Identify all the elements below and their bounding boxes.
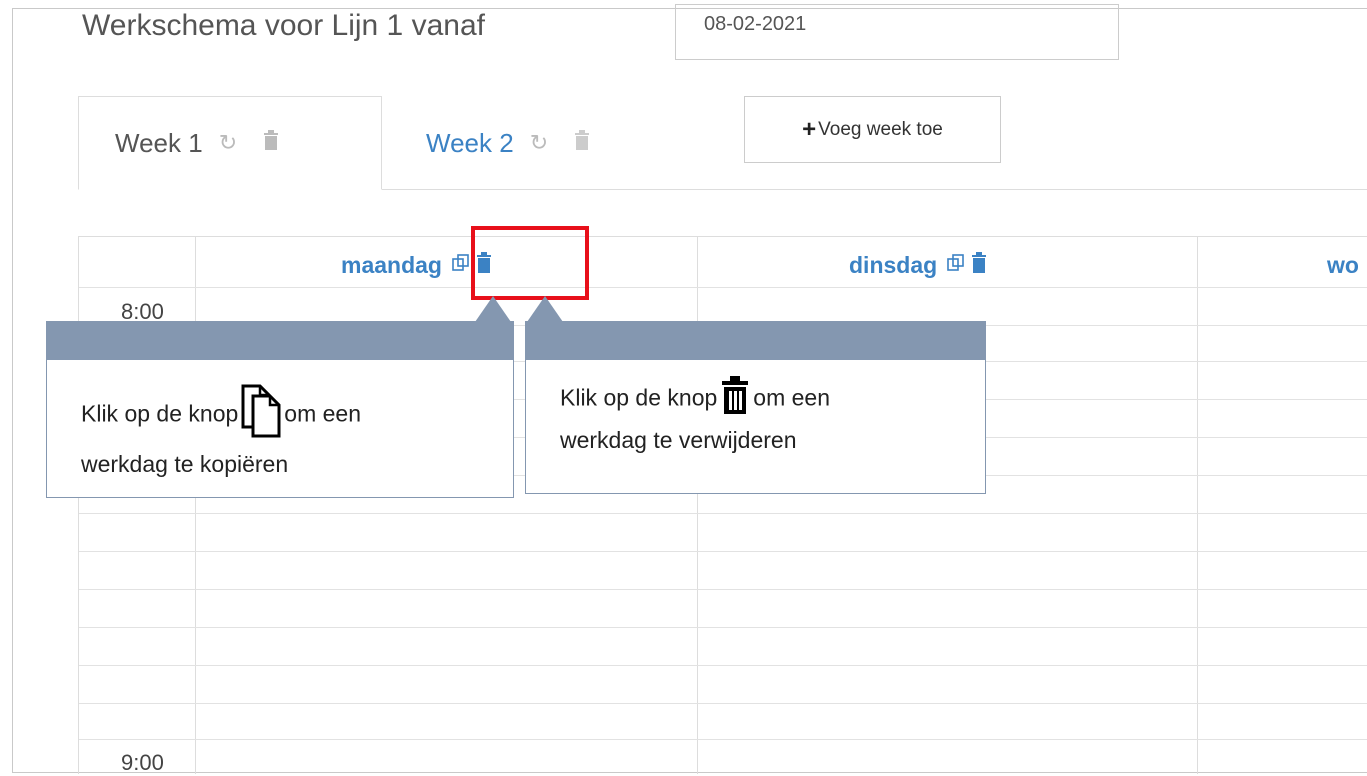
copy-icon[interactable]	[452, 253, 470, 277]
callout-delete: Klik op de knop om een werkdag te verwijd…	[525, 321, 986, 494]
day-label: dinsdag	[849, 251, 938, 278]
callout-copy-text: Klik op de knop om een werkdag te kopiëre…	[81, 383, 501, 481]
grid-row-line	[79, 589, 1367, 590]
grid-column-divider	[195, 237, 196, 774]
grid-column-divider	[697, 237, 698, 774]
tab-label: Week 1	[115, 127, 203, 158]
callout-pointer	[527, 296, 563, 322]
callout-delete-text: Klik op de knop om een werkdag te verwijd…	[560, 375, 980, 457]
grid-column-divider	[1197, 237, 1198, 774]
grid-row-line	[79, 627, 1367, 628]
callout-text: Klik op de knop	[560, 384, 718, 411]
callout-text: Klik op de knop	[81, 400, 239, 427]
grid-row-line	[79, 665, 1367, 666]
grid-row-line	[79, 551, 1367, 552]
callout-pointer	[475, 296, 511, 322]
callout-text: werkdag te kopiëren	[81, 451, 289, 477]
page-title: Werkschema voor Lijn 1 vanaf	[82, 9, 485, 42]
trash-icon[interactable]	[971, 251, 987, 279]
add-week-label: Voeg week toe	[818, 118, 943, 140]
trash-icon	[719, 375, 751, 424]
copy-icon[interactable]	[947, 253, 965, 277]
day-label: wo	[1327, 251, 1359, 278]
callout-copy: Klik op de knop om een werkdag te kopiëre…	[46, 321, 514, 498]
day-header-tuesday: dinsdag	[849, 245, 987, 285]
grid-row-line	[79, 703, 1367, 704]
grid-row-line	[79, 513, 1367, 514]
copy-icon	[240, 383, 282, 448]
icons-highlight-box	[471, 226, 589, 300]
callout-header-bar	[47, 322, 513, 360]
time-label: 9:00	[121, 750, 164, 775]
schedule-grid: maandag dinsdag wo 8:00 9:00	[78, 236, 1367, 775]
trash-icon[interactable]	[263, 130, 279, 156]
tab-week-1[interactable]: Week 1 ↻	[78, 96, 382, 190]
day-header-wednesday: wo	[1327, 245, 1359, 285]
callout-text: om een	[753, 384, 830, 411]
day-header-monday: maandag	[341, 245, 492, 285]
add-week-button[interactable]: + Voeg week toe	[744, 96, 1001, 163]
grid-row-line	[79, 287, 1367, 288]
start-date-field[interactable]: 08-02-2021	[675, 4, 1119, 60]
tab-week-2[interactable]: Week 2 ↻	[382, 96, 682, 190]
callout-text: werkdag te verwijderen	[560, 427, 797, 453]
callout-header-bar	[526, 322, 985, 360]
refresh-icon[interactable]: ↻	[219, 130, 237, 156]
refresh-icon[interactable]: ↻	[530, 130, 548, 156]
trash-icon[interactable]	[574, 130, 590, 156]
grid-row-line	[79, 739, 1367, 740]
callout-text: om een	[284, 400, 361, 427]
day-label: maandag	[341, 251, 442, 278]
plus-icon: +	[802, 115, 817, 143]
tab-label: Week 2	[426, 127, 514, 158]
